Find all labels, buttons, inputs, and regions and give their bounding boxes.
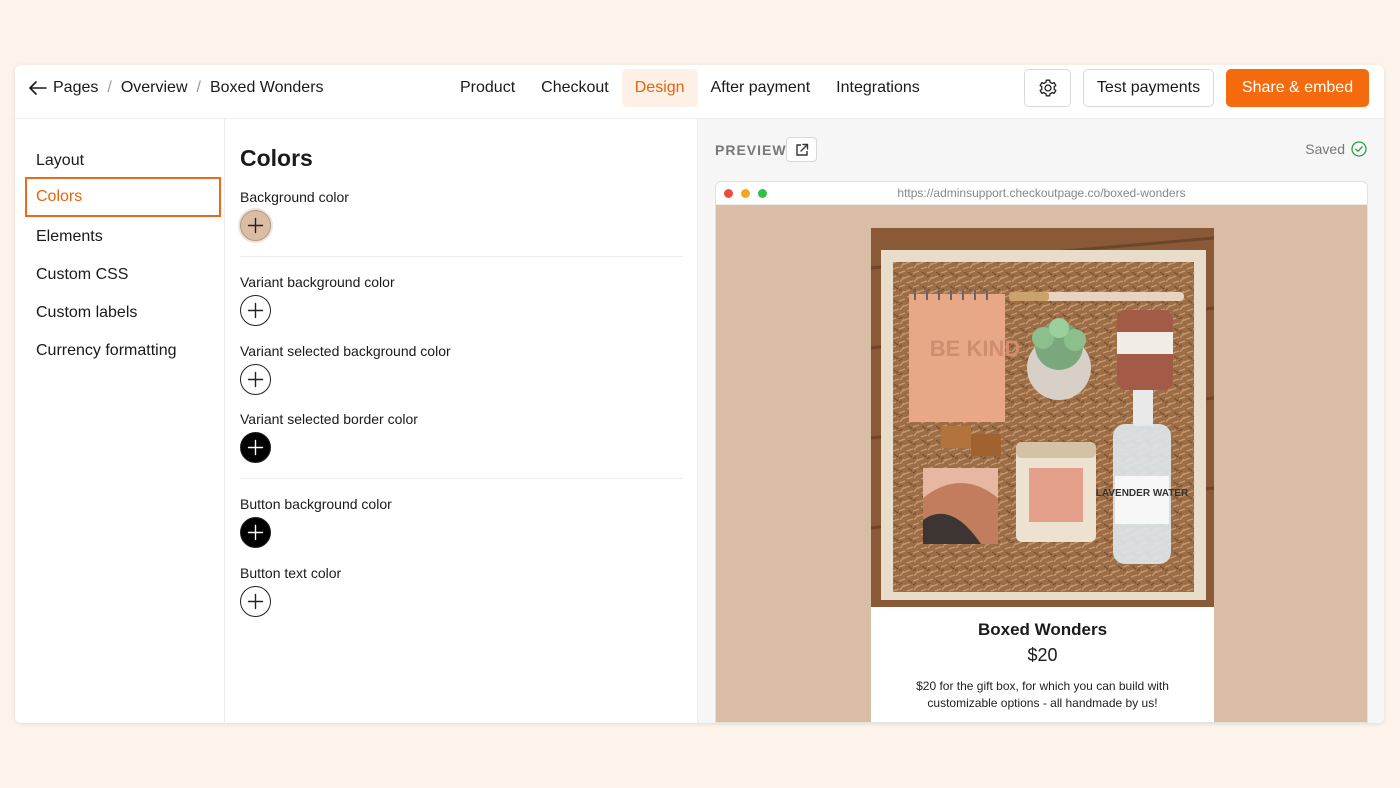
product-image: BE KIND LAVENDER WATER — [871, 228, 1214, 607]
background-color-swatch[interactable] — [240, 210, 271, 241]
variant-selected-border-color-label: Variant selected border color — [240, 411, 418, 427]
sidebar-item-layout[interactable]: Layout — [36, 152, 84, 170]
preview-label: PREVIEW — [715, 142, 787, 158]
plus-icon — [247, 524, 264, 541]
plus-icon — [247, 593, 264, 610]
saved-label: Saved — [1305, 141, 1345, 157]
plus-icon — [247, 217, 264, 234]
colors-panel: Colors Background color Variant backgrou… — [225, 119, 698, 723]
sidebar-item-colors[interactable]: Colors — [25, 177, 221, 217]
tab-after-payment[interactable]: After payment — [698, 69, 824, 107]
breadcrumb-pages[interactable]: Pages — [53, 79, 98, 97]
variant-background-color-label: Variant background color — [240, 274, 395, 290]
settings-button[interactable] — [1024, 69, 1071, 107]
breadcrumb: Pages / Overview / Boxed Wonders — [27, 65, 324, 111]
spray-label-text: LAVENDER WATER — [1096, 488, 1189, 499]
preview-url: https://adminsupport.checkoutpage.co/box… — [897, 186, 1186, 200]
check-circle-icon — [1351, 141, 1367, 157]
open-preview-button[interactable] — [786, 137, 817, 162]
back-arrow-icon[interactable] — [27, 77, 49, 99]
sidebar-item-elements[interactable]: Elements — [36, 228, 103, 246]
sidebar-item-custom-css[interactable]: Custom CSS — [36, 266, 128, 284]
test-payments-button[interactable]: Test payments — [1083, 69, 1214, 107]
breadcrumb-overview[interactable]: Overview — [121, 79, 188, 97]
button-text-color-swatch[interactable] — [240, 586, 271, 617]
gear-icon — [1039, 79, 1056, 97]
product-price: $20 — [1027, 645, 1058, 665]
product-card: BE KIND LAVENDER WATER Boxed Wonders $20… — [871, 228, 1214, 722]
tab-product[interactable]: Product — [447, 69, 528, 107]
variant-selected-background-color-swatch[interactable] — [240, 364, 271, 395]
product-description: $20 for the gift box, for which you can … — [916, 679, 1169, 710]
breadcrumb-current-page: Boxed Wonders — [209, 79, 324, 96]
app-window: Pages / Overview / Boxed Wonders Product… — [15, 65, 1384, 723]
breadcrumb-separator: / — [196, 79, 201, 96]
browser-bar: https://adminsupport.checkoutpage.co/box… — [716, 182, 1367, 205]
plus-icon — [247, 439, 264, 456]
variant-background-color-swatch[interactable] — [240, 295, 271, 326]
section-divider — [240, 256, 683, 257]
tab-checkout[interactable]: Checkout — [528, 69, 622, 107]
button-text-color-label: Button text color — [240, 565, 342, 581]
sidebar-item-currency-formatting[interactable]: Currency formatting — [36, 342, 177, 360]
sidebar-item-custom-labels[interactable]: Custom labels — [36, 304, 137, 322]
product-name: Boxed Wonders — [977, 620, 1108, 639]
external-link-icon — [795, 143, 808, 156]
browser-preview: https://adminsupport.checkoutpage.co/box… — [715, 181, 1368, 723]
panel-title: Colors — [240, 145, 313, 171]
background-color-label: Background color — [240, 189, 349, 205]
button-background-color-swatch[interactable] — [240, 517, 271, 548]
button-background-color-label: Button background color — [240, 496, 392, 512]
preview-panel: PREVIEW Saved https://adminsupport.check… — [698, 119, 1384, 723]
notebook-text: BE KIND — [930, 336, 1020, 361]
tab-design[interactable]: Design — [621, 69, 698, 107]
tab-integrations[interactable]: Integrations — [823, 69, 933, 107]
plus-icon — [247, 302, 264, 319]
design-sidebar: Layout Colors Elements Custom CSS Custom… — [15, 119, 225, 723]
main-nav: Product Checkout Design After payment In… — [447, 69, 933, 107]
variant-selected-background-color-label: Variant selected background color — [240, 343, 451, 359]
plus-icon — [247, 371, 264, 388]
section-divider — [240, 478, 683, 479]
top-bar: Pages / Overview / Boxed Wonders Product… — [15, 65, 1384, 119]
breadcrumb-separator: / — [107, 79, 112, 96]
variant-selected-border-color-swatch[interactable] — [240, 432, 271, 463]
save-status: Saved — [1305, 141, 1367, 157]
share-embed-button[interactable]: Share & embed — [1226, 69, 1369, 107]
